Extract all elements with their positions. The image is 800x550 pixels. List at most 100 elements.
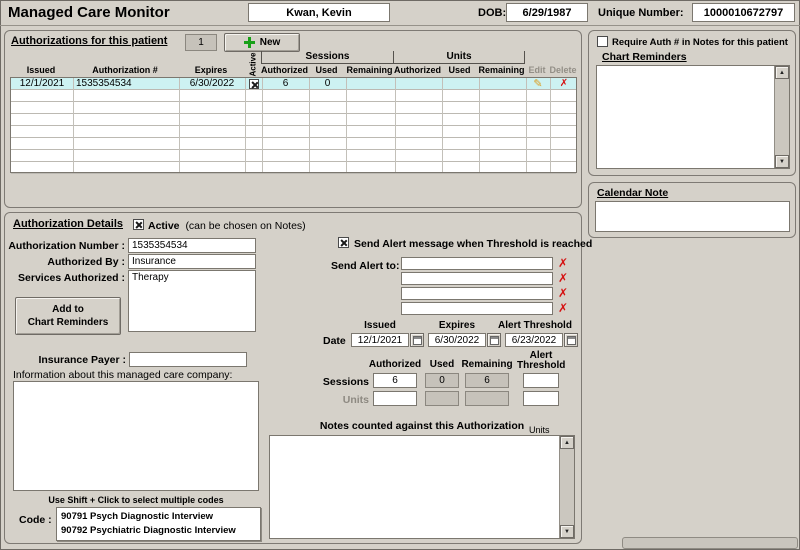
remove-recipient-icon[interactable]: ✗ (558, 287, 568, 299)
row-units-authorized (395, 78, 442, 90)
horizontal-scrollbar[interactable] (622, 537, 798, 549)
add-button-line2: Chart Reminders (28, 316, 109, 329)
calendar-icon (567, 336, 576, 345)
code-label: Code : (19, 514, 52, 526)
code-item[interactable]: 90792 Psychiatric Diagnostic Interview (61, 524, 256, 538)
patient-name-input[interactable] (248, 3, 390, 22)
require-auth-label: Require Auth # in Notes for this patient (612, 37, 788, 48)
send-alert-label: Send Alert message when Threshold is rea… (354, 238, 592, 250)
delete-icon[interactable]: ✗ (560, 78, 568, 89)
sessions-label: Sessions (305, 376, 369, 388)
company-info-textarea[interactable] (13, 381, 259, 491)
expires-date-input[interactable] (428, 333, 486, 347)
scroll-up-icon[interactable]: ▲ (560, 436, 574, 449)
alert-threshold-date-input[interactable] (505, 333, 563, 347)
alert-recipient-input-1[interactable] (401, 257, 553, 270)
sessions-used-header: Used (308, 64, 345, 77)
calendar-note-box[interactable] (595, 201, 790, 232)
chart-reminders-list[interactable]: ▲ ▼ (596, 65, 790, 169)
remove-recipient-icon[interactable]: ✗ (558, 272, 568, 284)
remove-recipient-icon[interactable]: ✗ (558, 257, 568, 269)
authorization-row[interactable]: 12/1/2021 1535354534 6/30/2022 6 0 ✎ ✗ (11, 78, 576, 90)
chart-reminders-title: Chart Reminders (602, 51, 687, 63)
plus-icon (244, 37, 255, 48)
issued-date-input[interactable] (351, 333, 409, 347)
authorized-header: Authorized (367, 359, 423, 370)
unique-number-input[interactable] (692, 3, 795, 22)
alert-header-line2: Threshold (517, 361, 565, 371)
service-item[interactable]: Therapy (132, 272, 252, 283)
authorizations-title: Authorizations for this patient (11, 35, 167, 47)
issued-calendar-button[interactable] (410, 333, 424, 347)
units-threshold-input[interactable] (523, 391, 559, 406)
details-active-note: (can be chosen on Notes) (185, 220, 305, 232)
calendar-icon (413, 336, 422, 345)
edit-icon[interactable]: ✎ (533, 78, 542, 90)
table-header: Active Sessions Units Issued Authorizati… (10, 51, 577, 77)
column-separator (395, 78, 396, 172)
row-separators (11, 78, 576, 174)
add-to-chart-reminders-button[interactable]: Add to Chart Reminders (15, 297, 121, 335)
send-alert-to-label: Send Alert to: (331, 260, 399, 272)
sessions-remaining-header: Remaining (345, 64, 394, 77)
authorized-by-label: Authorized By : (5, 256, 125, 268)
authorizations-table-body[interactable]: 12/1/2021 1535354534 6/30/2022 6 0 ✎ ✗ (10, 77, 577, 173)
notes-units-label: Units (529, 425, 550, 435)
alert-threshold-calendar-button[interactable] (564, 333, 578, 347)
sessions-remaining-box: 6 (465, 373, 509, 388)
services-authorized-label: Services Authorized : (5, 272, 125, 284)
notes-list[interactable]: ▲ ▼ (269, 435, 575, 539)
sessions-authorized-input[interactable] (373, 373, 417, 388)
column-separator (442, 78, 443, 172)
row-sessions-used: 0 (309, 78, 346, 90)
authorizations-table: Active Sessions Units Issued Authorizati… (10, 51, 577, 173)
require-auth-checkbox[interactable] (597, 36, 608, 47)
units-label: Units (305, 394, 369, 406)
date-label: Date (323, 335, 346, 347)
chart-reminders-scrollbar[interactable]: ▲ ▼ (774, 66, 789, 168)
authorization-count: 1 (185, 34, 217, 51)
scroll-up-icon[interactable]: ▲ (775, 66, 789, 79)
scroll-down-icon[interactable]: ▼ (560, 525, 574, 538)
details-active-checkbox[interactable] (133, 219, 144, 230)
shift-click-hint: Use Shift + Click to select multiple cod… (13, 495, 259, 505)
alert-recipient-input-3[interactable] (401, 287, 553, 300)
alert-recipient-input-4[interactable] (401, 302, 553, 315)
expires-header: Expires (178, 64, 244, 77)
remaining-header: Remaining (457, 359, 517, 370)
row-active-checkbox[interactable] (249, 79, 259, 89)
code-list[interactable]: 90791 Psych Diagnostic Interview 90792 P… (56, 507, 261, 541)
units-authorized-input[interactable] (373, 391, 417, 406)
unique-number-label: Unique Number: (598, 7, 684, 19)
units-remaining-box (465, 391, 509, 406)
dob-input[interactable] (506, 3, 588, 22)
expires-date-header: Expires (428, 320, 486, 331)
row-active-cell (245, 78, 262, 90)
authorized-by-input[interactable] (128, 254, 256, 269)
issued-header: Issued (10, 64, 72, 77)
expires-calendar-button[interactable] (487, 333, 501, 347)
row-expires: 6/30/2022 (179, 78, 245, 90)
header-bar: Managed Care Monitor DOB: Unique Number: (0, 0, 800, 26)
details-active-label-wrap: Active (can be chosen on Notes) (148, 220, 306, 232)
delete-header: Delete (549, 64, 577, 77)
remove-recipient-icon[interactable]: ✗ (558, 302, 568, 314)
details-active-label: Active (148, 220, 180, 232)
row-delete-cell: ✗ (550, 78, 578, 90)
insurance-payer-input[interactable] (129, 352, 247, 367)
alert-recipient-input-2[interactable] (401, 272, 553, 285)
calendar-note-panel: Calendar Note (588, 182, 796, 238)
send-alert-checkbox[interactable] (338, 237, 349, 248)
dob-label: DOB: (478, 7, 506, 19)
notes-scrollbar[interactable]: ▲ ▼ (559, 436, 574, 538)
scroll-down-icon[interactable]: ▼ (775, 155, 789, 168)
new-authorization-button[interactable]: New (224, 33, 300, 52)
column-separator (526, 78, 527, 172)
code-item[interactable]: 90791 Psych Diagnostic Interview (61, 510, 256, 524)
add-button-line1: Add to (52, 303, 84, 316)
authorization-header: Authorization # (72, 64, 178, 77)
column-separator (179, 78, 180, 172)
sessions-threshold-input[interactable] (523, 373, 559, 388)
auth-number-input[interactable] (128, 238, 256, 253)
services-authorized-list[interactable]: Therapy (128, 270, 256, 332)
